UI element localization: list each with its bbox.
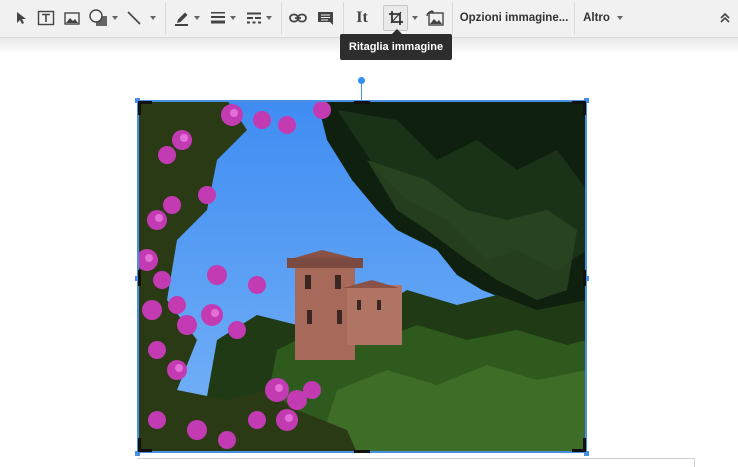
shape-icon: [89, 9, 107, 26]
shape-button[interactable]: [86, 4, 120, 32]
crop-tooltip: Ritaglia immagine: [340, 29, 452, 60]
crop-icon: [388, 11, 403, 25]
image-selection-frame: [137, 100, 587, 453]
pen-color-icon: [175, 12, 188, 26]
insert-link-button[interactable]: [287, 4, 309, 32]
crop-options-dropdown[interactable]: [409, 5, 421, 31]
link-icon: [289, 13, 307, 23]
insert-comment-button[interactable]: [314, 4, 336, 32]
crop-handle-right[interactable]: [583, 270, 586, 286]
chevron-up-double-icon: [720, 12, 730, 23]
more-menu-label: Altro: [583, 12, 610, 24]
line-icon: [127, 11, 141, 25]
select-arrow-icon: [17, 12, 26, 24]
rotation-handle-stem: [361, 83, 362, 100]
chevron-down-icon: [150, 16, 156, 20]
reset-image-button[interactable]: [424, 4, 446, 32]
select-tool-button[interactable]: [12, 4, 30, 32]
toolbar-separator: [452, 2, 453, 35]
drawing-toolbar: It Opzioni immagine... Altro: [0, 0, 738, 38]
toolbar-separator: [281, 2, 282, 35]
text-box-edge: [694, 458, 695, 467]
text-box-edge: [137, 458, 695, 459]
toolbar-separator: [343, 2, 344, 35]
line-dash-icon: [247, 12, 261, 24]
reset-image-icon: [426, 10, 444, 26]
chevron-down-icon: [194, 16, 200, 20]
image-options-button[interactable]: Opzioni immagine...: [458, 4, 570, 32]
toolbar-separator: [165, 2, 166, 35]
line-weight-icon: [211, 12, 225, 24]
crop-handle-top-right[interactable]: [572, 101, 586, 115]
text-format-icon: It: [356, 9, 368, 26]
line-dash-button[interactable]: [243, 4, 275, 32]
chevron-down-icon: [412, 16, 418, 20]
text-box-button[interactable]: [35, 4, 57, 32]
text-box-icon: [37, 10, 55, 26]
comment-icon: [317, 11, 333, 25]
line-button[interactable]: [124, 4, 158, 32]
rotation-handle[interactable]: [358, 77, 365, 84]
chevron-down-icon: [230, 16, 236, 20]
collapse-toolbar-button[interactable]: [715, 4, 735, 32]
chevron-down-icon: [616, 16, 623, 20]
image-icon: [64, 11, 80, 25]
crop-handle-left[interactable]: [138, 270, 141, 286]
crop-handle-bottom-right[interactable]: [572, 438, 586, 452]
chevron-down-icon: [112, 16, 118, 20]
chevron-down-icon: [266, 16, 272, 20]
crop-image-button[interactable]: [383, 5, 408, 31]
crop-handle-bottom-left[interactable]: [138, 438, 152, 452]
line-color-button[interactable]: [172, 4, 202, 32]
crop-handle-bottom[interactable]: [354, 450, 370, 453]
more-menu-button[interactable]: Altro: [580, 4, 626, 32]
line-weight-button[interactable]: [207, 4, 239, 32]
crop-handle-top[interactable]: [354, 101, 370, 104]
insert-image-button[interactable]: [62, 4, 82, 32]
text-format-button[interactable]: It: [350, 4, 374, 32]
toolbar-separator: [574, 2, 575, 35]
crop-handle-top-left[interactable]: [138, 101, 152, 115]
